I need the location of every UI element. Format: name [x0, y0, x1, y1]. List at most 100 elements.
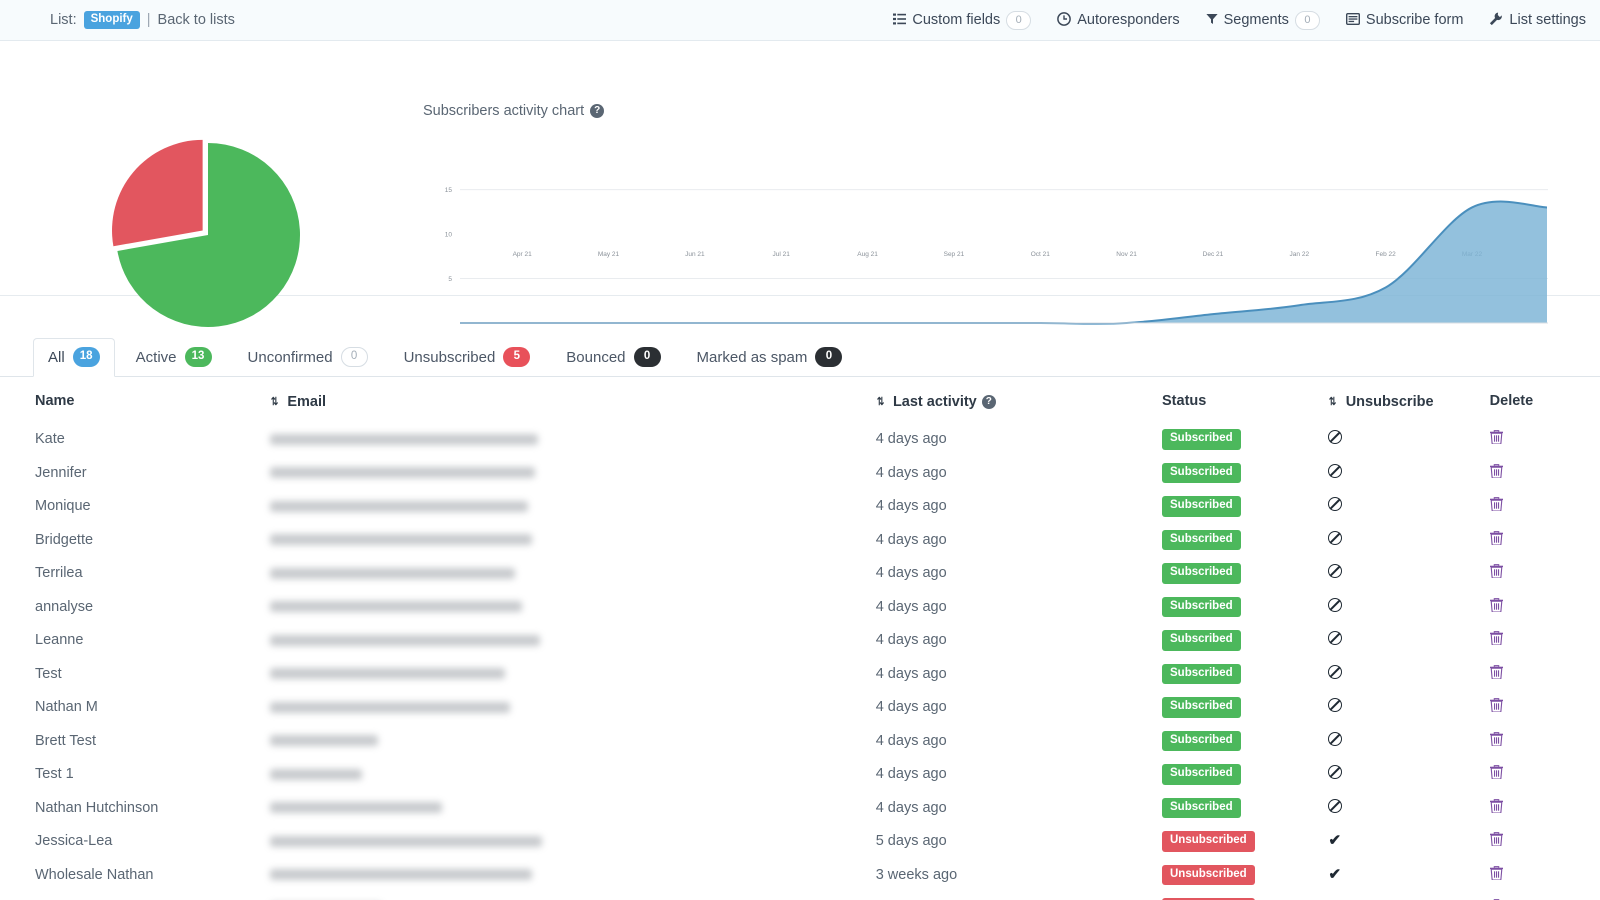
cell-name: Wholesale Nathan	[35, 866, 154, 883]
ban-icon[interactable]	[1328, 765, 1343, 780]
list-settings-action[interactable]: List settings	[1489, 12, 1586, 29]
back-to-lists-link[interactable]: Back to lists	[158, 12, 235, 28]
subscribe-form-action[interactable]: Subscribe form	[1345, 12, 1463, 28]
chart-title-row: Subscribers activity chart ?	[423, 103, 605, 119]
help-icon[interactable]: ?	[981, 394, 996, 409]
email-redacted	[270, 433, 539, 445]
check-icon[interactable]: ✔	[1328, 832, 1341, 849]
ban-icon[interactable]	[1328, 463, 1343, 478]
table-header-row: Name ⇅ Email ⇅ Last activity ? Status ⇅ …	[0, 377, 1600, 423]
status-badge: Subscribed	[1162, 797, 1241, 818]
cell-unsubscribe	[1320, 691, 1476, 725]
x-axis-tick-label: Jan 22	[1290, 251, 1310, 258]
cell-email	[265, 490, 846, 524]
ban-icon[interactable]	[1328, 664, 1343, 679]
tab-active[interactable]: Active 13	[121, 338, 227, 377]
cell-unsubscribe	[1320, 490, 1476, 524]
segments-count: 0	[1294, 10, 1320, 30]
trash-icon[interactable]	[1489, 564, 1503, 582]
cell-last-activity: 4 days ago	[875, 598, 947, 615]
header-email[interactable]: ⇅ Email	[265, 377, 846, 423]
segments-action[interactable]: Segments 0	[1206, 10, 1320, 30]
trash-icon[interactable]	[1489, 497, 1503, 515]
ban-icon[interactable]	[1328, 698, 1343, 713]
breadcrumb-separator: |	[146, 12, 151, 28]
header-last-activity[interactable]: ⇅ Last activity ?	[846, 377, 1154, 423]
trash-icon[interactable]	[1489, 798, 1503, 817]
table-row: Monique 4 days ago Subscribed	[0, 490, 1600, 524]
tab-unconfirmed[interactable]: Unconfirmed 0	[233, 338, 383, 377]
tab-count-badge: 5	[503, 347, 531, 367]
ban-icon[interactable]	[1328, 530, 1343, 545]
ban-icon[interactable]	[1328, 597, 1343, 612]
list-icon	[893, 13, 907, 28]
cell-last-activity: 4 days ago	[875, 498, 947, 515]
tab-bounced[interactable]: Bounced 0	[551, 338, 675, 377]
pie-slice-unsubscribed[interactable]	[112, 139, 203, 247]
cell-name: B Teset	[0, 892, 265, 900]
cell-delete	[1477, 456, 1600, 490]
trash-icon[interactable]	[1489, 631, 1503, 649]
trash-icon[interactable]	[1489, 597, 1503, 616]
email-redacted	[270, 802, 443, 814]
ban-icon[interactable]	[1328, 430, 1343, 445]
cell-name: Jessica-Lea	[35, 833, 113, 850]
tab-count-badge: 0	[815, 347, 843, 367]
cell-email	[265, 791, 846, 825]
status-badge: Subscribed	[1162, 462, 1241, 483]
x-axis-tick-label: Aug 21	[857, 251, 878, 258]
ban-icon[interactable]	[1328, 497, 1343, 512]
cell-delete	[1477, 590, 1600, 624]
ban-icon[interactable]	[1328, 564, 1343, 579]
cell-name: Nathan Hutchinson	[35, 799, 159, 816]
list-name-badge[interactable]: Shopify	[83, 10, 140, 30]
table-row: Jennifer 4 days ago Subscribed	[0, 456, 1600, 490]
trash-icon[interactable]	[1489, 832, 1503, 850]
cell-email	[265, 825, 846, 859]
cell-email	[265, 523, 846, 557]
trash-icon[interactable]	[1489, 865, 1503, 884]
header-unsubscribe[interactable]: ⇅ Unsubscribe	[1320, 377, 1476, 423]
cell-last-activity: 4 days ago	[875, 799, 947, 816]
header-delete: Delete	[1477, 377, 1600, 423]
sort-icon[interactable]: ⇅	[1329, 395, 1336, 408]
cell-unsubscribe: ✔	[1320, 892, 1476, 900]
trash-icon[interactable]	[1489, 698, 1503, 716]
help-icon[interactable]: ?	[590, 104, 605, 118]
sort-icon[interactable]: ⇅	[271, 395, 278, 408]
subscribers-activity-area-chart: 15 10 5 Apr 21 May 21 Jun 21 Jul 21 Aug 21 Sep 2…	[418, 151, 1548, 331]
custom-fields-action[interactable]: Custom fields 0	[893, 10, 1032, 30]
trash-icon[interactable]	[1489, 731, 1503, 750]
tab-label: Active	[135, 348, 177, 366]
ban-icon[interactable]	[1328, 798, 1343, 813]
cell-unsubscribe	[1320, 423, 1476, 457]
cell-name: Terrilea	[35, 565, 83, 582]
cell-email	[265, 624, 846, 658]
trash-icon[interactable]	[1489, 463, 1503, 482]
email-redacted	[270, 601, 523, 613]
sort-icon[interactable]: ⇅	[877, 395, 884, 408]
autoresponders-action[interactable]: Autoresponders	[1057, 11, 1180, 29]
cell-last-activity: 3 weeks ago	[846, 892, 1154, 900]
status-badge: Subscribed	[1162, 663, 1241, 684]
trash-icon[interactable]	[1489, 530, 1503, 549]
trash-icon[interactable]	[1489, 430, 1503, 448]
area-svg: 15 10 5 Apr 21 May 21 Jun 21 Jul 21 Aug 21 Sep 2…	[445, 187, 1548, 325]
y-axis-tick-label: 15	[445, 187, 453, 194]
email-redacted	[270, 668, 506, 680]
status-badge: Subscribed	[1162, 563, 1241, 584]
cell-delete	[1477, 557, 1600, 591]
tab-all[interactable]: All 18	[33, 338, 115, 377]
tab-marked-as-spam[interactable]: Marked as spam 0	[682, 338, 858, 377]
check-icon[interactable]: ✔	[1328, 866, 1341, 883]
y-axis-tick-label: 5	[448, 276, 452, 283]
ban-icon[interactable]	[1328, 631, 1343, 646]
cell-last-activity: 4 days ago	[875, 431, 947, 448]
trash-icon[interactable]	[1489, 765, 1503, 783]
x-axis-tick-label: Oct 21	[1031, 251, 1051, 258]
tab-unsubscribed[interactable]: Unsubscribed 5	[389, 338, 546, 377]
cell-email	[265, 657, 846, 691]
email-redacted	[270, 567, 516, 579]
ban-icon[interactable]	[1328, 731, 1343, 746]
trash-icon[interactable]	[1489, 664, 1503, 683]
